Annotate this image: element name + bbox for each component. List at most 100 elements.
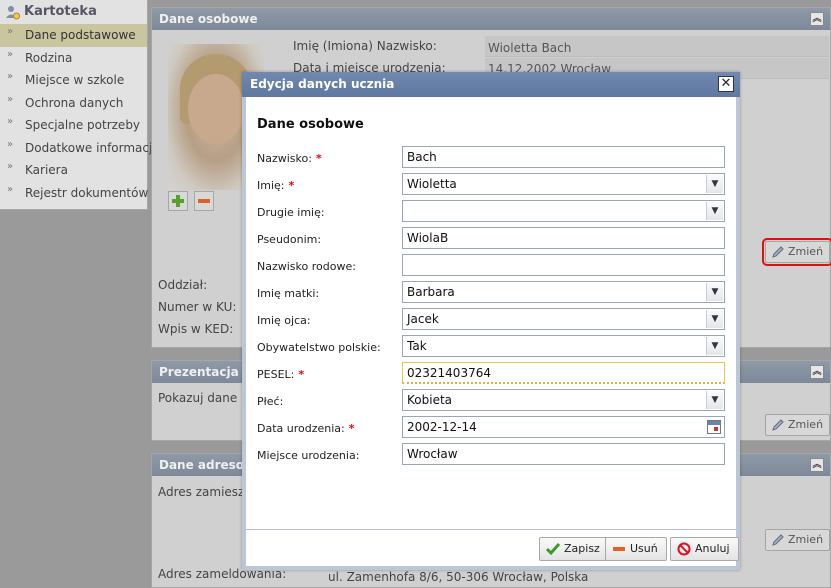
- required-marker: *: [315, 152, 322, 165]
- pesel-input[interactable]: [402, 362, 725, 384]
- field-row-data-urodzenia: Data urodzenia: * 2002-12-14: [257, 416, 727, 440]
- sidebar: Kartoteka ucznia » Dane podstawowe » Rodzi…: [0, 0, 160, 210]
- student-card-icon: [6, 6, 20, 20]
- dialog-title: Edycja danych ucznia: [250, 77, 395, 91]
- citizenship-select[interactable]: Tak ▼: [402, 335, 725, 357]
- field-label: Imię ojca:: [257, 314, 311, 327]
- field-label: Nazwisko rodowe:: [257, 260, 356, 273]
- field-row-imie-matki: Imię matki: Barbara ▼: [257, 281, 727, 305]
- field-row-imie: Imię: * Wioletta ▼: [257, 173, 727, 197]
- sidebar-item-label: Specjalne potrzeby: [25, 118, 141, 132]
- chevron-down-icon[interactable]: ▼: [706, 337, 723, 355]
- minus-icon: [613, 547, 625, 551]
- birth-place-input[interactable]: [402, 443, 725, 465]
- father-name-combobox[interactable]: Jacek ▼: [402, 308, 725, 330]
- sidebar-item-label: Kariera: [25, 163, 68, 177]
- change-personal-data-button[interactable]: Zmień: [761, 238, 831, 266]
- sidebar-item-rodzina[interactable]: » Rodzina: [0, 47, 147, 70]
- sidebar-item-label: Rejestr dokumentów: [25, 185, 149, 200]
- pencil-icon: [772, 419, 784, 431]
- add-photo-button[interactable]: [168, 191, 188, 211]
- numer-ku-label: Numer w KU:: [158, 300, 237, 314]
- oddzial-label: Oddział:: [158, 278, 208, 292]
- edit-student-dialog: Edycja danych ucznia ✕ Dane osobowe Nazw…: [242, 72, 740, 570]
- panel-title: Dane osobowe: [159, 12, 258, 26]
- sidebar-item-dodatkowe-informacje[interactable]: » Dodatkowe informacje: [0, 137, 160, 160]
- chevron-down-icon[interactable]: ▼: [706, 175, 723, 193]
- name-label: Imię (Imiona) Nazwisko:: [293, 39, 437, 53]
- wpis-ked-label: Wpis w KED:: [158, 322, 234, 336]
- mother-name-combobox[interactable]: Barbara ▼: [402, 281, 725, 303]
- chevrons-right-icon: »: [7, 26, 13, 37]
- collapse-icon[interactable]: ︽: [810, 458, 824, 472]
- maiden-name-input[interactable]: [402, 254, 725, 276]
- check-icon: [546, 543, 560, 556]
- sidebar-item-kariera[interactable]: » Kariera: [0, 159, 147, 182]
- field-label: Płeć:: [257, 395, 284, 408]
- sidebar-item-ochrona-danych[interactable]: » Ochrona danych: [0, 92, 147, 115]
- gender-select[interactable]: Kobieta ▼: [402, 389, 725, 411]
- chevrons-right-icon: »: [7, 138, 13, 150]
- pencil-icon: [772, 246, 784, 258]
- sidebar-item-rejestr-dokumentow[interactable]: » Rejestr dokumentów: [0, 182, 149, 205]
- cancel-button[interactable]: Anuluj: [670, 537, 739, 561]
- required-marker: *: [298, 368, 305, 381]
- sidebar-item-dane-podstawowe[interactable]: » Dane podstawowe: [0, 24, 147, 47]
- name-value: Wioletta Bach: [488, 41, 572, 55]
- chevrons-right-icon: »: [7, 48, 13, 60]
- close-icon[interactable]: ✕: [718, 76, 734, 92]
- field-row-obywatelstwo: Obywatelstwo polskie: Tak ▼: [257, 335, 727, 359]
- chevrons-right-icon: »: [7, 161, 13, 172]
- sidebar-item-label: Ochrona danych: [25, 95, 124, 110]
- field-label: Imię:: [257, 179, 285, 192]
- sidebar-item-miejsce-w-szkole[interactable]: » Miejsce w szkole: [0, 69, 147, 92]
- chevrons-right-icon: »: [7, 71, 13, 82]
- field-label: PESEL:: [257, 368, 295, 381]
- required-marker: *: [348, 422, 355, 435]
- field-row-pseudonim: Pseudonim:: [257, 227, 727, 251]
- first-name-combobox[interactable]: Wioletta ▼: [402, 173, 725, 195]
- sidebar-item-label: Rodzina: [25, 50, 73, 65]
- pencil-icon: [772, 534, 784, 546]
- chevron-down-icon[interactable]: ▼: [706, 310, 723, 328]
- sidebar-item-label: Dane podstawowe: [25, 28, 136, 42]
- calendar-icon[interactable]: [707, 420, 721, 434]
- sidebar-item-specjalne-potrzeby[interactable]: » Specjalne potrzeby: [0, 114, 147, 137]
- dialog-header: Edycja danych ucznia ✕: [242, 72, 740, 97]
- field-row-miejsce-urodzenia: Miejsce urodzenia:: [257, 443, 727, 467]
- dialog-footer-divider: [246, 529, 736, 530]
- field-label: Imię matki:: [257, 287, 320, 300]
- field-row-pesel: PESEL: *: [257, 362, 727, 386]
- field-label: Pseudonim:: [257, 233, 322, 246]
- delete-button[interactable]: Usuń: [605, 537, 667, 561]
- field-row-plec: Płeć: Kobieta ▼: [257, 389, 727, 413]
- collapse-icon[interactable]: ︽: [810, 12, 824, 26]
- adres-zameldowania-value: ul. Zamenhofa 8/6, 50-306 Wrocław, Polsk…: [328, 570, 589, 584]
- field-row-nazwisko-rodowe: Nazwisko rodowe:: [257, 254, 727, 278]
- field-row-drugie-imie: Drugie imię: ▼: [257, 200, 727, 224]
- sidebar-item-label: Dodatkowe informacje: [25, 140, 160, 155]
- panel-header: Dane osobowe ︽: [152, 8, 830, 30]
- chevron-down-icon[interactable]: ▼: [706, 391, 723, 409]
- field-label: Nazwisko:: [257, 152, 312, 165]
- change-address-button[interactable]: Zmień: [765, 529, 831, 551]
- field-row-nazwisko: Nazwisko: *: [257, 146, 727, 170]
- field-label: Data urodzenia:: [257, 422, 345, 435]
- chevrons-right-icon: »: [7, 183, 13, 195]
- chevron-down-icon[interactable]: ▼: [706, 202, 723, 220]
- save-button[interactable]: Zapisz: [539, 537, 609, 561]
- birth-date-input[interactable]: 2002-12-14: [402, 416, 725, 438]
- chevrons-right-icon: »: [7, 116, 13, 127]
- minus-icon: [198, 199, 210, 203]
- sidebar-item-label: Miejsce w szkole: [25, 73, 125, 87]
- second-name-combobox[interactable]: ▼: [402, 200, 725, 222]
- remove-photo-button[interactable]: [194, 191, 214, 211]
- surname-input[interactable]: [402, 146, 725, 168]
- collapse-icon[interactable]: ︽: [810, 365, 824, 379]
- change-presentation-button[interactable]: Zmień: [765, 414, 831, 436]
- required-marker: *: [288, 179, 295, 192]
- chevron-down-icon[interactable]: ▼: [706, 283, 723, 301]
- nickname-input[interactable]: [402, 227, 725, 249]
- cancel-icon: [677, 542, 691, 556]
- field-label: Obywatelstwo polskie:: [257, 341, 381, 354]
